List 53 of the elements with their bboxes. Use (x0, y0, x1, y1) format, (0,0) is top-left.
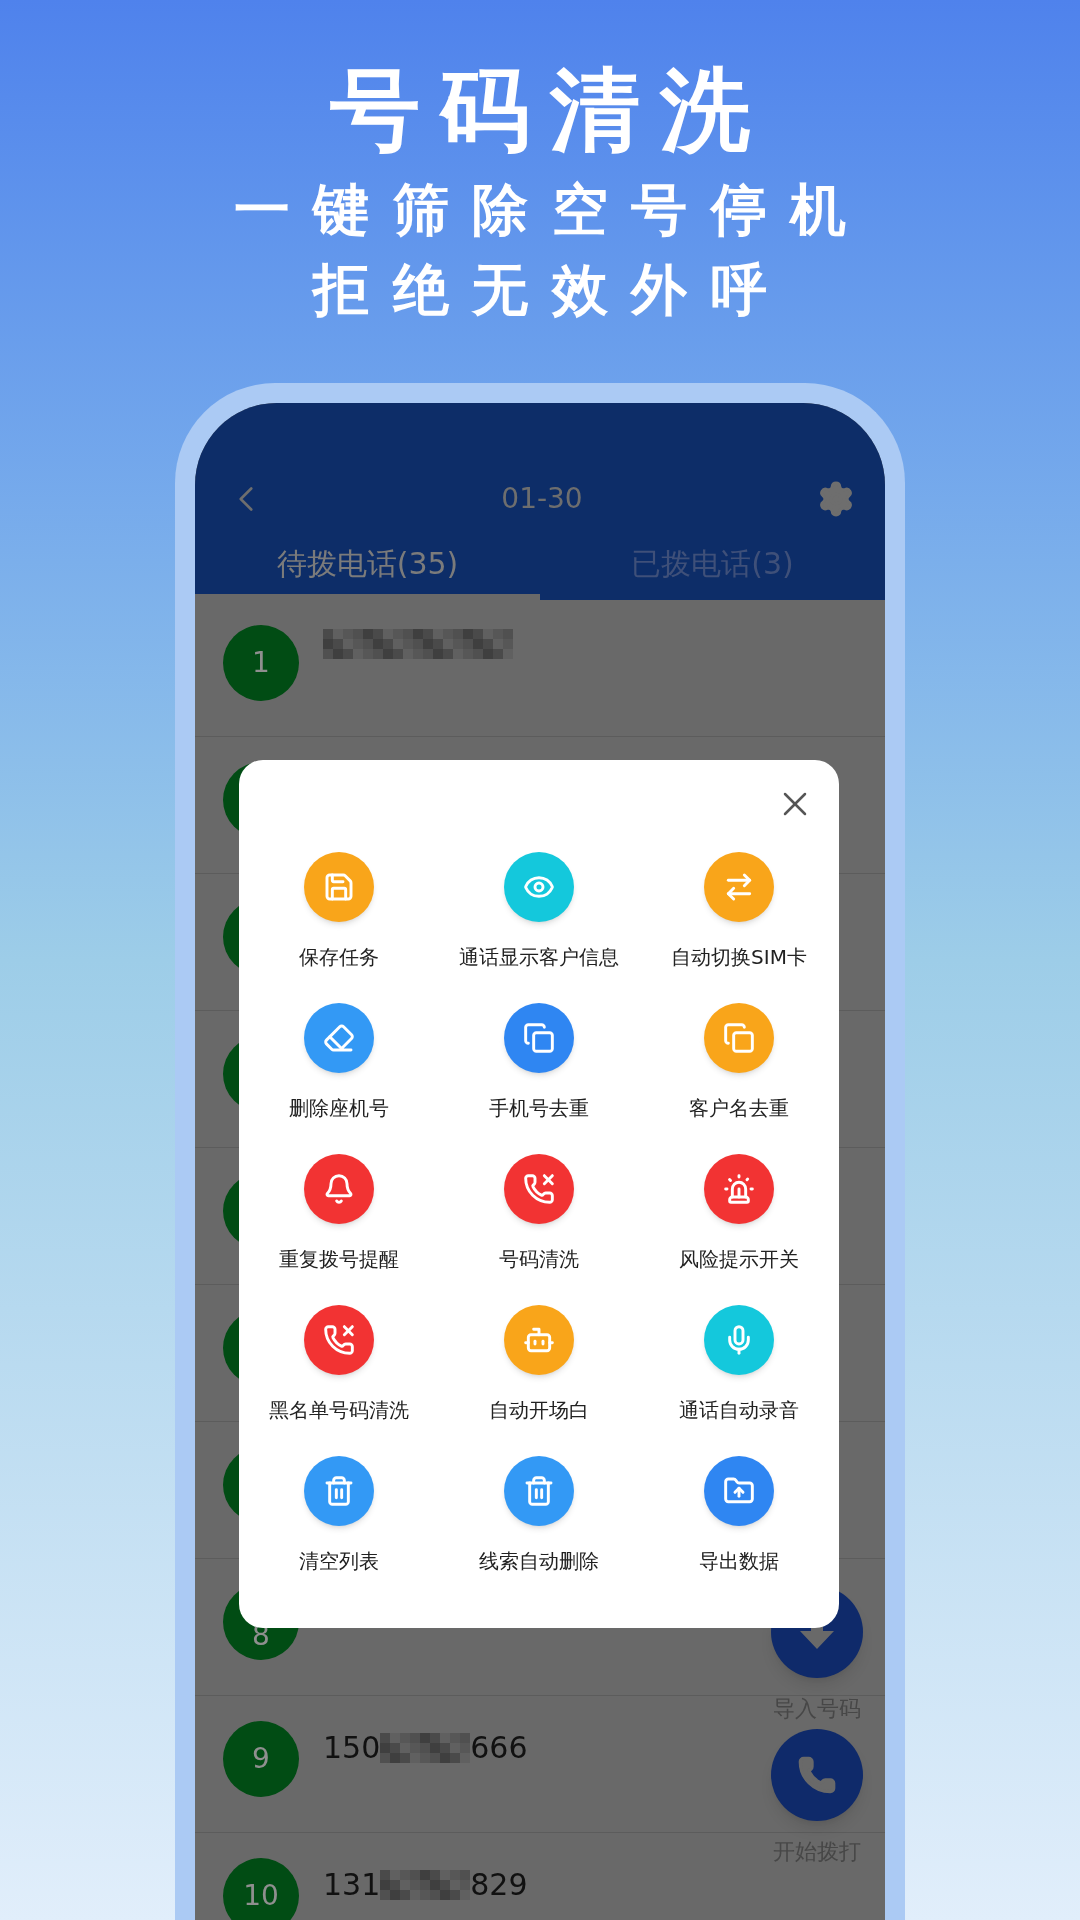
feature-label: 手机号去重 (489, 1095, 589, 1122)
number-prefix: 150 (323, 1729, 381, 1767)
save-icon (323, 871, 355, 903)
feature-label: 通话显示客户信息 (459, 944, 619, 971)
index-number: 9 (252, 1741, 270, 1777)
feature-label: 自动切换SIM卡 (671, 944, 807, 971)
eraser-icon (323, 1022, 355, 1054)
index-number: 1 (252, 645, 270, 681)
headline-line: 一键筛除空号停机 (232, 176, 870, 244)
feature-item[interactable]: 风险提示开关 (639, 1154, 839, 1274)
headline-title: 号码清洗 (329, 56, 770, 164)
phone-x-icon (523, 1173, 555, 1205)
feature-label: 号码清洗 (499, 1246, 579, 1273)
feature-label: 风险提示开关 (679, 1246, 799, 1273)
index-number: 10 (243, 1878, 279, 1914)
feature-item[interactable]: 导出数据 (639, 1456, 839, 1576)
feature-item[interactable]: 重复拨号提醒 (239, 1154, 439, 1274)
bell-icon (323, 1173, 355, 1205)
feature-label: 客户名去重 (689, 1095, 789, 1122)
feature-label: 保存任务 (299, 944, 379, 971)
number-prefix: 131 (323, 1866, 381, 1904)
feature-item[interactable]: 自动开场白 (439, 1305, 639, 1425)
app-title: 01-30 (501, 481, 583, 517)
feature-label: 删除座机号 (289, 1095, 389, 1122)
feature-label: 清空列表 (299, 1548, 379, 1575)
number-suffix: 829 (470, 1866, 528, 1904)
trash-icon (523, 1475, 555, 1507)
feature-item[interactable]: 黑名单号码清洗 (239, 1305, 439, 1425)
feature-label: 线索自动删除 (479, 1548, 599, 1575)
feature-item[interactable]: 通话自动录音 (639, 1305, 839, 1425)
feature-item[interactable]: 自动切换SIM卡 (639, 852, 839, 972)
feature-item[interactable]: 号码清洗 (439, 1154, 639, 1274)
settings-icon[interactable] (817, 480, 855, 518)
feature-item[interactable]: 手机号去重 (439, 1003, 639, 1123)
phone-icon (797, 1755, 837, 1795)
feature-item[interactable]: 删除座机号 (239, 1003, 439, 1123)
feature-item[interactable]: 线索自动删除 (439, 1456, 639, 1576)
feature-label: 通话自动录音 (679, 1397, 799, 1424)
feature-label: 黑名单号码清洗 (269, 1397, 409, 1424)
feature-label: 导出数据 (699, 1548, 779, 1575)
copy-icon (523, 1022, 555, 1054)
number-suffix: 666 (470, 1729, 528, 1767)
feature-label: 自动开场白 (489, 1397, 589, 1424)
feature-item[interactable]: 保存任务 (239, 852, 439, 972)
feature-label: 重复拨号提醒 (279, 1246, 399, 1273)
headline-line: 拒绝无效外呼 (310, 256, 791, 324)
siren-icon (723, 1173, 755, 1205)
phone-x-icon (323, 1324, 355, 1356)
feature-item[interactable]: 清空列表 (239, 1456, 439, 1576)
copy-icon (723, 1022, 755, 1054)
trash-icon (323, 1475, 355, 1507)
feature-item[interactable]: 通话显示客户信息 (439, 852, 639, 972)
feature-item[interactable]: 客户名去重 (639, 1003, 839, 1123)
